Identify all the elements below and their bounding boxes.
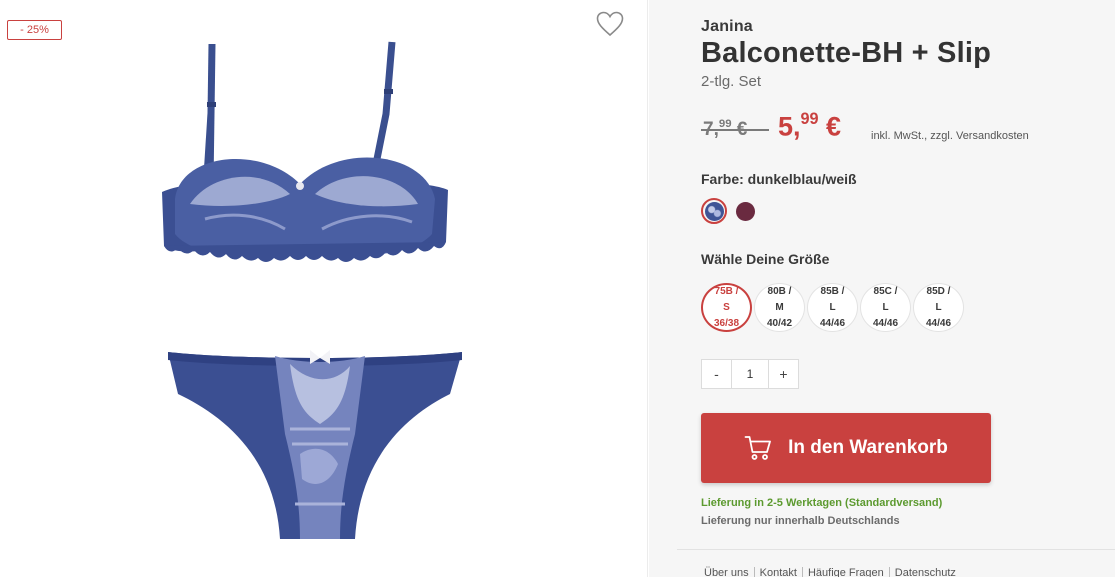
- sale-price-main: 5,: [778, 111, 801, 142]
- color-swatches: [701, 198, 758, 224]
- add-to-cart-label: In den Warenkorb: [788, 437, 948, 458]
- quantity-stepper: - +: [701, 359, 799, 389]
- product-title: Balconette-BH + Slip: [701, 37, 992, 69]
- size-option[interactable]: 85D / L 44/46: [913, 283, 964, 332]
- quantity-input[interactable]: [731, 360, 769, 388]
- product-image-panel: - 25%: [0, 0, 648, 577]
- discount-badge: - 25%: [7, 20, 62, 40]
- sale-price: 5,99 €: [778, 110, 841, 142]
- quantity-decrease-button[interactable]: -: [702, 360, 731, 388]
- color-label: Farbe: dunkelblau/weiß: [701, 171, 857, 187]
- panty-illustration: [168, 350, 462, 539]
- color-swatch[interactable]: [732, 198, 758, 224]
- size-option[interactable]: 80B / M 40/42: [754, 283, 805, 332]
- old-price: 7,99 €: [701, 118, 769, 141]
- sale-price-cents: 99: [800, 110, 819, 128]
- sale-price-currency: €: [818, 111, 842, 142]
- product-photo[interactable]: [150, 34, 480, 544]
- size-option[interactable]: 85C / L 44/46: [860, 283, 911, 332]
- footer-link[interactable]: Kontakt: [755, 567, 803, 577]
- footer-link[interactable]: Datenschutz: [890, 567, 961, 577]
- bra-illustration: [162, 41, 448, 262]
- quantity-increase-button[interactable]: +: [769, 360, 798, 388]
- size-option[interactable]: 85B / L 44/46: [807, 283, 858, 332]
- footer-links: Über uns Kontakt Häufige Fragen Datenschutz: [704, 567, 961, 577]
- color-swatch-dot: [735, 201, 755, 221]
- footer-divider: [677, 549, 1115, 550]
- size-options: 75B / S 36/38 80B / M 40/42 85B / L 44/46 8…: [701, 283, 964, 332]
- footer-link[interactable]: Häufige Fragen: [803, 567, 890, 577]
- delivery-region-note: Lieferung nur innerhalb Deutschlands: [701, 515, 900, 527]
- color-swatch-dot: [704, 201, 724, 221]
- footer-link[interactable]: Über uns: [704, 567, 755, 577]
- add-to-cart-button[interactable]: In den Warenkorb: [701, 413, 991, 483]
- shopping-cart-icon: [744, 436, 772, 460]
- price-strikethrough: [701, 129, 769, 131]
- size-option[interactable]: 75B / S 36/38: [701, 283, 752, 332]
- heart-outline-icon[interactable]: [596, 11, 624, 37]
- product-info-panel: Janina Balconette-BH + Slip 2-tlg. Set 7…: [649, 0, 1115, 577]
- brand-name[interactable]: Janina: [701, 18, 753, 36]
- size-label: Wähle Deine Größe: [701, 251, 830, 267]
- delivery-time: Lieferung in 2-5 Werktagen (Standardvers…: [701, 497, 943, 509]
- tax-shipping-note[interactable]: inkl. MwSt., zzgl. Versandkosten: [871, 130, 1029, 142]
- product-subtitle: 2-tlg. Set: [701, 73, 762, 90]
- color-swatch[interactable]: [701, 198, 727, 224]
